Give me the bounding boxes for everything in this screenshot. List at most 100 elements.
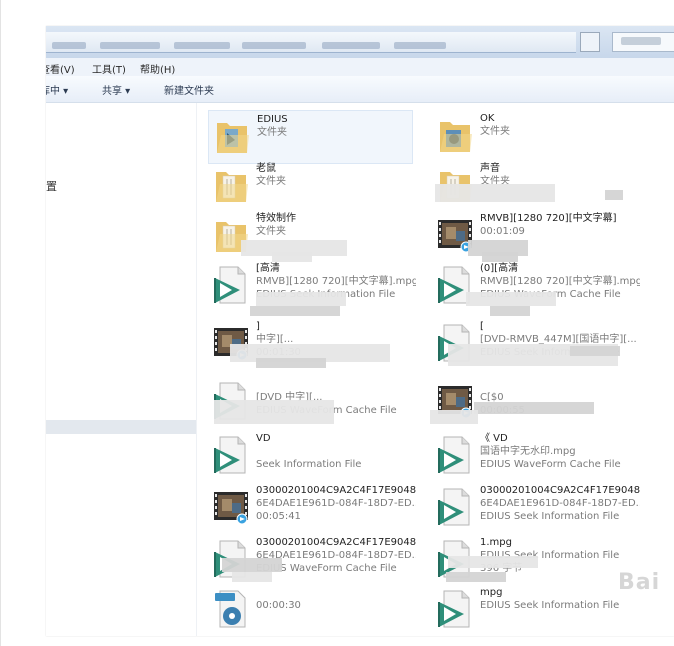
file-item[interactable]: 03000201004C9A2C4F17E90488 6E4DAE1E961D-0… bbox=[432, 482, 640, 536]
edius-file-icon bbox=[436, 486, 474, 528]
file-name: [ bbox=[480, 321, 484, 332]
file-detail bbox=[256, 445, 416, 458]
file-item-text: mpg EDIUS Seek Information File bbox=[480, 586, 640, 625]
file-item-text: 特效制作 文件夹 bbox=[256, 212, 416, 238]
redaction-block bbox=[232, 572, 272, 582]
refresh-button[interactable] bbox=[580, 32, 600, 52]
file-item[interactable]: OK 文件夹 bbox=[432, 110, 637, 164]
file-item-text: EDIUS 文件夹 bbox=[257, 113, 417, 139]
file-name: 03000201004C9A2C4F17E90488 bbox=[480, 485, 640, 496]
redaction-block bbox=[570, 346, 620, 356]
edius-file-icon bbox=[436, 434, 474, 476]
file-item[interactable]: 老鼠 文件夹 bbox=[208, 160, 413, 214]
file-detail: 文件夹 bbox=[257, 127, 287, 138]
redaction-block bbox=[466, 292, 556, 306]
file-item[interactable]: EDIUS 文件夹 bbox=[208, 110, 413, 164]
file-name: RMVB][1280 720][中文字幕] bbox=[480, 213, 617, 224]
file-name: 老鼠 bbox=[256, 163, 276, 174]
file-name: (0][高清 bbox=[480, 263, 519, 274]
file-detail bbox=[256, 612, 416, 625]
page-left-rule bbox=[0, 0, 1, 646]
redaction-block bbox=[214, 400, 334, 424]
file-name: ] bbox=[256, 321, 260, 332]
file-item[interactable]: mpg EDIUS Seek Information File bbox=[432, 584, 637, 636]
redaction-block bbox=[272, 252, 312, 262]
search-input[interactable] bbox=[612, 32, 674, 52]
breadcrumb-segment[interactable] bbox=[52, 42, 86, 49]
file-item-text: 老鼠 文件夹 bbox=[256, 162, 416, 188]
file-detail: 00:00:30 bbox=[256, 600, 301, 611]
address-bar[interactable] bbox=[46, 32, 576, 53]
file-item[interactable]: VD Seek Information File bbox=[208, 430, 413, 484]
file-name: 03000201004C9A2C4F17E90488 bbox=[256, 485, 416, 496]
breadcrumb-segment[interactable] bbox=[394, 42, 446, 49]
file-item[interactable]: 03000201004C9A2C4F17E90488 6E4DAE1E961D-0… bbox=[208, 482, 416, 536]
nav-item[interactable]: 置 bbox=[46, 178, 57, 194]
mkv-file-icon bbox=[212, 588, 250, 630]
menu-view[interactable]: 查看(V) bbox=[46, 61, 75, 76]
redaction-block bbox=[446, 572, 506, 582]
redaction-block bbox=[256, 358, 326, 368]
file-item[interactable]: 00:00:30 bbox=[208, 584, 413, 636]
nav-selected-row[interactable] bbox=[46, 420, 196, 434]
menu-tools[interactable]: 工具(T) bbox=[92, 61, 126, 76]
search-placeholder bbox=[621, 37, 661, 45]
redaction-block bbox=[448, 556, 538, 568]
file-name: [高清 bbox=[256, 263, 280, 274]
folder-ok-icon bbox=[436, 114, 474, 156]
breadcrumb-segment[interactable] bbox=[100, 42, 160, 49]
menu-bar: 查看(V) 工具(T) 帮助(H) bbox=[46, 58, 674, 76]
new-folder-button[interactable]: 新建文件夹 bbox=[164, 82, 214, 97]
redaction-block bbox=[430, 410, 478, 424]
file-name bbox=[256, 586, 416, 599]
menu-help[interactable]: 帮助(H) bbox=[140, 61, 175, 76]
file-name: 《 VD bbox=[480, 433, 508, 444]
breadcrumb-segment[interactable] bbox=[242, 42, 306, 49]
file-detail: 6E4DAE1E961D-084F-18D7-ED... bbox=[480, 498, 640, 509]
file-detail: EDIUS Seek Information File bbox=[480, 600, 620, 611]
redaction-block bbox=[222, 558, 282, 572]
edius-file-icon bbox=[212, 264, 250, 306]
file-item-text: VD Seek Information File bbox=[256, 432, 416, 471]
pane-divider[interactable] bbox=[196, 103, 197, 636]
edius-file-icon bbox=[436, 588, 474, 630]
file-name: 声音 bbox=[480, 163, 500, 174]
folder-edius-icon bbox=[213, 115, 251, 157]
file-detail bbox=[480, 612, 640, 625]
file-detail: 文件夹 bbox=[480, 126, 510, 137]
file-detail: 文件夹 bbox=[256, 226, 286, 237]
redaction-block bbox=[256, 292, 346, 306]
redaction-block bbox=[250, 306, 340, 316]
file-name: EDIUS bbox=[257, 114, 288, 125]
file-detail: Seek Information File bbox=[256, 459, 362, 470]
file-detail: 国语中字无水印.mpg bbox=[480, 446, 576, 457]
file-detail: 文件夹 bbox=[256, 176, 286, 187]
file-name: mpg bbox=[480, 587, 503, 598]
file-name bbox=[256, 378, 416, 391]
breadcrumb-segment[interactable] bbox=[174, 42, 230, 49]
breadcrumb-segment[interactable] bbox=[322, 42, 380, 49]
file-detail: EDIUS Seek Information File bbox=[480, 511, 620, 522]
share-button[interactable]: 共享 ▾ bbox=[102, 82, 130, 97]
file-detail: EDIUS WaveForm Cache File bbox=[480, 459, 621, 470]
file-name: 1.mpg bbox=[480, 537, 512, 548]
file-detail: RMVB][1280 720][中文字幕].mpg bbox=[480, 276, 640, 287]
file-item-text: RMVB][1280 720][中文字幕] 00:01:09 bbox=[480, 212, 640, 238]
redaction-block bbox=[474, 402, 594, 414]
file-item[interactable]: RMVB][1280 720][中文字幕] 00:01:09 bbox=[432, 210, 637, 264]
file-item-text: 03000201004C9A2C4F17E90488 6E4DAE1E961D-0… bbox=[256, 484, 416, 523]
redaction-block bbox=[605, 190, 623, 200]
file-item-text: 03000201004C9A2C4F17E90488 6E4DAE1E961D-0… bbox=[480, 484, 640, 523]
file-name: 03000201004C9A2C4F17E90488 bbox=[256, 537, 416, 548]
explorer-window: 查看(V) 工具(T) 帮助(H) 库中 ▾ 共享 ▾ 新建文件夹 置 EDIU… bbox=[46, 26, 674, 636]
redaction-block bbox=[482, 252, 518, 262]
command-toolbar: 库中 ▾ 共享 ▾ 新建文件夹 bbox=[46, 76, 674, 103]
include-in-library-button[interactable]: 库中 ▾ bbox=[46, 82, 68, 97]
file-item-text: OK 文件夹 bbox=[480, 112, 640, 138]
navigation-pane: 置 bbox=[46, 103, 196, 636]
redaction-block bbox=[435, 184, 555, 202]
address-bar-strip bbox=[46, 26, 674, 60]
file-item-text: 00:00:30 bbox=[256, 586, 416, 625]
file-name: 特效制作 bbox=[256, 213, 296, 224]
file-item[interactable]: 《 VD 国语中字无水印.mpg EDIUS WaveForm Cache File bbox=[432, 430, 637, 484]
